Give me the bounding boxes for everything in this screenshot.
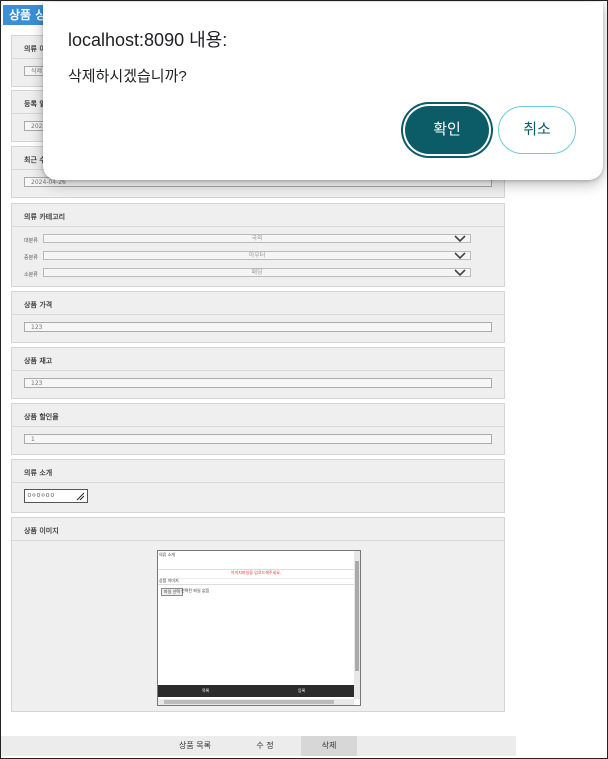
divider xyxy=(158,584,354,585)
preview-scrollbar-horizontal xyxy=(158,699,354,705)
confirm-dialog: localhost:8090 내용: 삭제하시겠습니까? 확인 취소 xyxy=(43,2,603,180)
dialog-origin: localhost:8090 내용: xyxy=(68,30,228,50)
section-label: 상품 가격 xyxy=(24,301,53,309)
chevron-down-icon[interactable] xyxy=(454,251,466,260)
section-intro: 의류 소개 ㅁㅇㅁㅇㅁㅁ xyxy=(11,459,505,513)
delete-button[interactable]: 삭제 xyxy=(301,736,357,756)
resize-handle-icon[interactable] xyxy=(76,492,85,501)
section-label: 의류 소개 xyxy=(24,469,53,477)
divider xyxy=(12,370,504,371)
discount-field[interactable]: 1 xyxy=(24,434,492,444)
footer-bar: 상품 목록 수 정 삭제 xyxy=(1,736,516,756)
divider xyxy=(12,540,504,541)
section-discount: 상품 할인율 1 xyxy=(11,403,505,455)
price-field[interactable]: 123 xyxy=(24,322,492,332)
divider xyxy=(12,314,504,315)
category-sub-label: 소분류 xyxy=(24,272,38,278)
intro-text: ㅁㅇㅁㅇㅁㅁ xyxy=(27,493,55,499)
divider xyxy=(12,226,504,227)
intro-textarea[interactable]: ㅁㅇㅁㅇㅁㅁ xyxy=(24,489,88,503)
category-mid-label: 중분류 xyxy=(24,255,38,261)
confirm-cancel-button[interactable]: 취소 xyxy=(498,106,576,154)
section-category: 의류 카테고리 대분류 국외 중분류 아우터 소분류 패딩 xyxy=(11,203,505,287)
category-sub-select[interactable]: 패딩 xyxy=(43,268,471,277)
section-label: 의류 카테고리 xyxy=(24,213,66,221)
dialog-message: 삭제하시겠습니까? xyxy=(68,68,187,85)
preview-file-button: 파일 선택 xyxy=(161,588,183,596)
section-label: 상품 이미지 xyxy=(24,527,59,535)
product-list-button[interactable]: 상품 목록 xyxy=(165,736,225,756)
section-image: 상품 이미지 의류 소개 이미지파일을 업로드해주세요. 상품 이미지 파일 선… xyxy=(11,517,505,712)
section-stock: 상품 재고 123 xyxy=(11,347,505,399)
preview-register-button: 등록 xyxy=(298,688,306,693)
divider xyxy=(12,482,504,483)
category-main-select[interactable]: 국외 xyxy=(43,234,471,243)
section-label: 상품 재고 xyxy=(24,357,53,365)
preview-list-button: 목록 xyxy=(202,688,210,693)
divider xyxy=(12,426,504,427)
section-price: 상품 가격 123 xyxy=(11,291,505,343)
preview-warning: 이미지파일을 업로드해주세요. xyxy=(158,568,354,579)
section-label: 상품 할인율 xyxy=(24,413,59,421)
preview-scrollbar-vertical xyxy=(354,551,360,699)
product-image-preview: 의류 소개 이미지파일을 업로드해주세요. 상품 이미지 파일 선택 선택된 파… xyxy=(157,550,361,706)
scroll-thumb xyxy=(355,561,359,671)
stock-field[interactable]: 123 xyxy=(24,378,492,388)
category-mid-select[interactable]: 아우터 xyxy=(43,251,471,260)
category-main-label: 대분류 xyxy=(24,238,38,244)
preview-file-status: 선택된 파일 없음 xyxy=(181,588,210,593)
confirm-ok-button[interactable]: 확인 xyxy=(405,106,489,154)
chevron-down-icon[interactable] xyxy=(454,234,466,243)
preview-bottom-bar: 목록 등록 xyxy=(158,685,354,697)
edit-button[interactable]: 수 정 xyxy=(235,736,295,756)
scroll-thumb xyxy=(164,700,334,704)
chevron-down-icon[interactable] xyxy=(454,268,466,277)
